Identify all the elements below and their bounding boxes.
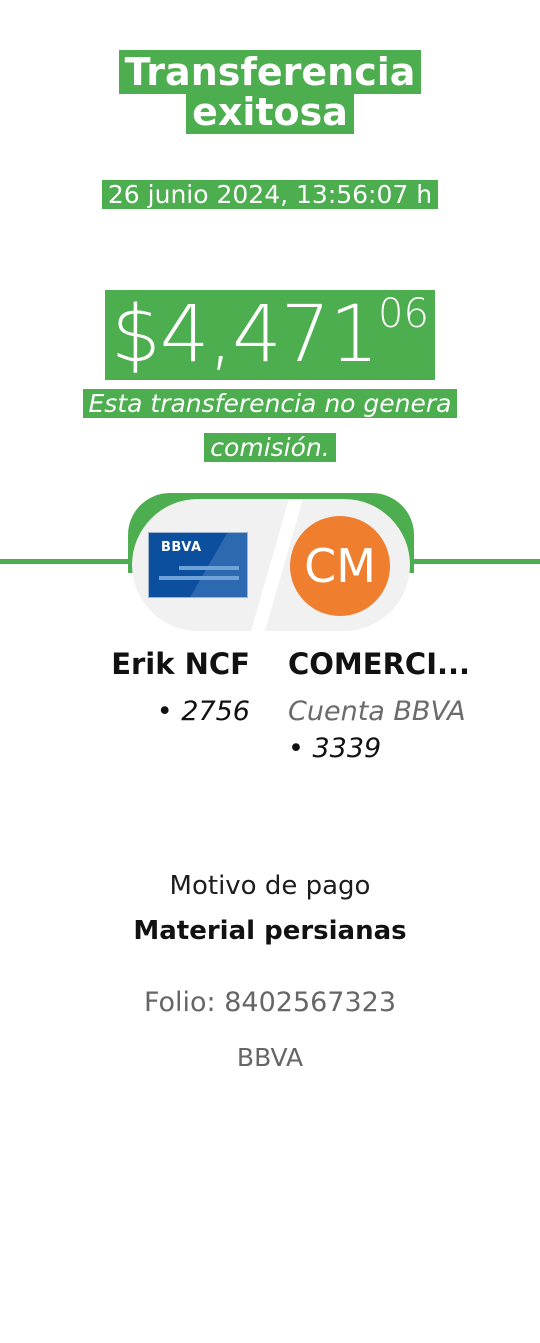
success-header: Transferencia exitosa 26 junio 2024, 13:… bbox=[0, 0, 540, 562]
title-line-2: exitosa bbox=[186, 90, 354, 134]
payment-reason-value: Material persianas bbox=[133, 916, 407, 946]
card-brand: BBVA bbox=[161, 540, 202, 555]
recipient-account: • 3339 bbox=[288, 733, 382, 764]
amount-value: $4,47106 bbox=[105, 290, 435, 380]
transfer-amount: $4,47106 bbox=[0, 272, 540, 380]
amount-cents: 06 bbox=[378, 291, 429, 337]
fee-note-text: Esta transferencia no genera comisión. bbox=[82, 389, 458, 462]
bank-card-icon: BBVA bbox=[148, 532, 248, 598]
card-bar bbox=[159, 576, 239, 580]
accounts-pill: BBVA CM bbox=[132, 499, 410, 631]
fee-note: Esta transferencia no genera comisión. bbox=[60, 382, 480, 470]
recipient-bank: Cuenta BBVA bbox=[288, 696, 466, 727]
recipient-name: COMERCI... bbox=[288, 647, 471, 681]
payment-reason-label: Motivo de pago bbox=[169, 871, 371, 901]
page-title: Transferencia exitosa bbox=[0, 50, 540, 134]
datetime-text: 26 junio 2024, 13:56:07 h bbox=[101, 180, 439, 209]
title-line-1: Transferencia bbox=[118, 50, 422, 94]
sender-name: Erik NCF bbox=[111, 647, 250, 681]
bank-name: BBVA bbox=[236, 1043, 304, 1072]
recipient-avatar: CM bbox=[290, 516, 390, 616]
transfer-datetime: 26 junio 2024, 13:56:07 h bbox=[0, 179, 540, 211]
folio-number: Folio: 8402567323 bbox=[143, 987, 397, 1018]
card-bar bbox=[179, 566, 239, 570]
sender-account: • 2756 bbox=[156, 696, 250, 727]
amount-whole: $4,471 bbox=[111, 290, 379, 380]
